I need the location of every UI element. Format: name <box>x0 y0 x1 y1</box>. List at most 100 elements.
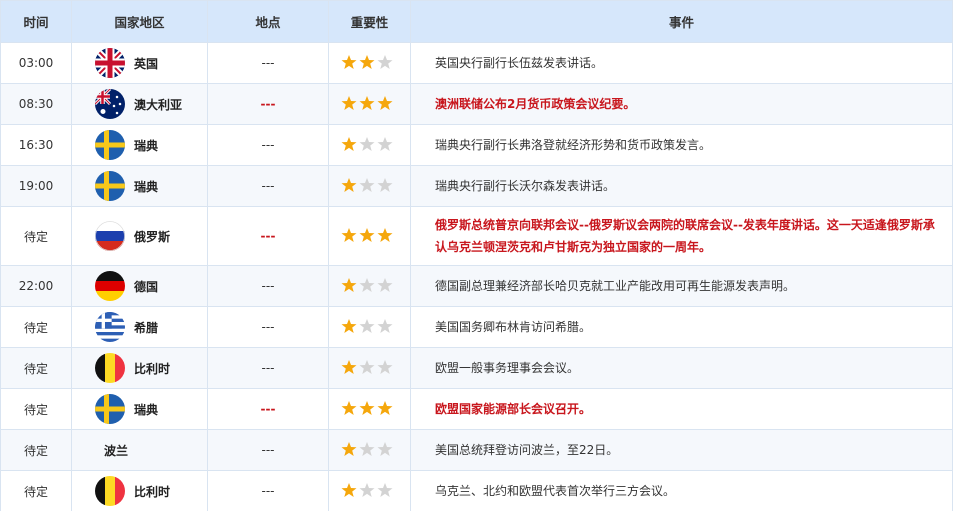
time-cell: 待定 <box>0 206 72 266</box>
country-cell: 波兰 <box>71 429 208 471</box>
table-row: 16:30 瑞典 --- 瑞典央行副行长弗洛登就经济形势和货币政策发言。 <box>0 124 953 166</box>
location-cell: --- <box>207 42 329 84</box>
importance-cell <box>328 429 411 471</box>
country-name: 俄罗斯 <box>134 229 171 244</box>
star-rating <box>341 441 393 457</box>
star-rating <box>341 95 393 111</box>
star-empty-icon <box>359 441 375 457</box>
location-cell: --- <box>207 265 329 307</box>
sweden-flag-icon <box>95 171 125 201</box>
belgium-flag-icon <box>95 476 125 506</box>
russia-flag-icon <box>95 221 125 251</box>
importance-cell <box>328 388 411 430</box>
table-row: 19:00 瑞典 --- 瑞典央行副行长沃尔森发表讲话。 <box>0 165 953 207</box>
star-empty-icon <box>377 54 393 70</box>
star-empty-icon <box>377 277 393 293</box>
country-cell: 瑞典 <box>71 124 208 166</box>
sweden-flag-icon <box>95 130 125 160</box>
importance-cell <box>328 124 411 166</box>
country-name: 英国 <box>134 56 159 71</box>
table-row: 待定 希腊 --- 美国国务卿布林肯访问希腊。 <box>0 306 953 348</box>
country-cell: 比利时 <box>71 470 208 511</box>
country-cell: 希腊 <box>71 306 208 348</box>
header-event: 事件 <box>410 0 953 43</box>
time-cell: 待定 <box>0 347 72 389</box>
star-filled-icon <box>341 54 357 70</box>
country-cell: 德国 <box>71 265 208 307</box>
star-empty-icon <box>377 359 393 375</box>
importance-cell <box>328 470 411 511</box>
table-row: 待定 俄罗斯 --- 俄罗斯总统普京向联邦会议--俄罗斯议会两院的联席会议--发表年度… <box>0 206 953 266</box>
germany-flag-icon <box>95 271 125 301</box>
location-cell: --- <box>207 206 329 266</box>
star-rating <box>341 277 393 293</box>
table-row: 08:30 澳大利亚 --- 澳洲联储公布2月货币政策会议纪要。 <box>0 83 953 125</box>
star-empty-icon <box>359 136 375 152</box>
time-cell: 22:00 <box>0 265 72 307</box>
table-header-row: 时间 国家地区 地点 重要性 事件 <box>0 0 953 43</box>
belgium-flag-icon <box>95 353 125 383</box>
star-rating <box>341 400 393 416</box>
time-cell: 19:00 <box>0 165 72 207</box>
country-cell: 澳大利亚 <box>71 83 208 125</box>
event-cell: 美国总统拜登访问波兰，至22日。 <box>410 429 953 471</box>
event-cell: 瑞典央行副行长沃尔森发表讲话。 <box>410 165 953 207</box>
importance-cell <box>328 83 411 125</box>
star-filled-icon <box>341 277 357 293</box>
country-name: 德国 <box>134 279 159 294</box>
star-filled-icon <box>341 318 357 334</box>
sweden-flag-icon <box>95 394 125 424</box>
location-cell: --- <box>207 429 329 471</box>
importance-cell <box>328 265 411 307</box>
country-cell: 俄罗斯 <box>71 206 208 266</box>
economic-calendar-table: 时间 国家地区 地点 重要性 事件 03:00 英国 --- 英国央行副行长伍兹发表讲… <box>0 0 953 511</box>
star-rating <box>341 136 393 152</box>
star-filled-icon <box>359 95 375 111</box>
star-filled-icon <box>341 400 357 416</box>
table-row: 待定 比利时 --- 欧盟一般事务理事会会议。 <box>0 347 953 389</box>
star-rating <box>341 177 393 193</box>
star-filled-icon <box>359 400 375 416</box>
star-rating <box>341 227 393 243</box>
star-filled-icon <box>377 95 393 111</box>
importance-cell <box>328 42 411 84</box>
star-empty-icon <box>377 441 393 457</box>
event-cell: 美国国务卿布林肯访问希腊。 <box>410 306 953 348</box>
star-rating <box>341 54 393 70</box>
event-cell: 欧盟一般事务理事会会议。 <box>410 347 953 389</box>
star-filled-icon <box>377 227 393 243</box>
time-cell: 待定 <box>0 470 72 511</box>
event-cell: 俄罗斯总统普京向联邦会议--俄罗斯议会两院的联席会议--发表年度讲话。这一天适逢… <box>410 206 953 266</box>
country-cell: 瑞典 <box>71 388 208 430</box>
star-empty-icon <box>359 277 375 293</box>
star-empty-icon <box>377 136 393 152</box>
location-cell: --- <box>207 124 329 166</box>
country-name: 瑞典 <box>134 179 159 194</box>
event-cell: 欧盟国家能源部长会议召开。 <box>410 388 953 430</box>
country-name: 比利时 <box>134 361 171 376</box>
star-filled-icon <box>359 227 375 243</box>
table-row: 03:00 英国 --- 英国央行副行长伍兹发表讲话。 <box>0 42 953 84</box>
star-filled-icon <box>341 136 357 152</box>
star-rating <box>341 359 393 375</box>
location-cell: --- <box>207 83 329 125</box>
importance-cell <box>328 165 411 207</box>
time-cell: 待定 <box>0 306 72 348</box>
australia-flag-icon <box>95 89 125 119</box>
country-cell: 英国 <box>71 42 208 84</box>
time-cell: 16:30 <box>0 124 72 166</box>
time-cell: 待定 <box>0 388 72 430</box>
location-cell: --- <box>207 165 329 207</box>
location-cell: --- <box>207 347 329 389</box>
importance-cell <box>328 306 411 348</box>
location-cell: --- <box>207 388 329 430</box>
star-empty-icon <box>377 177 393 193</box>
star-empty-icon <box>359 482 375 498</box>
star-rating <box>341 482 393 498</box>
time-cell: 08:30 <box>0 83 72 125</box>
event-cell: 乌克兰、北约和欧盟代表首次举行三方会议。 <box>410 470 953 511</box>
table-row: 待定 瑞典 --- 欧盟国家能源部长会议召开。 <box>0 388 953 430</box>
star-rating <box>341 318 393 334</box>
country-name: 瑞典 <box>134 402 159 417</box>
country-name: 比利时 <box>134 484 171 499</box>
